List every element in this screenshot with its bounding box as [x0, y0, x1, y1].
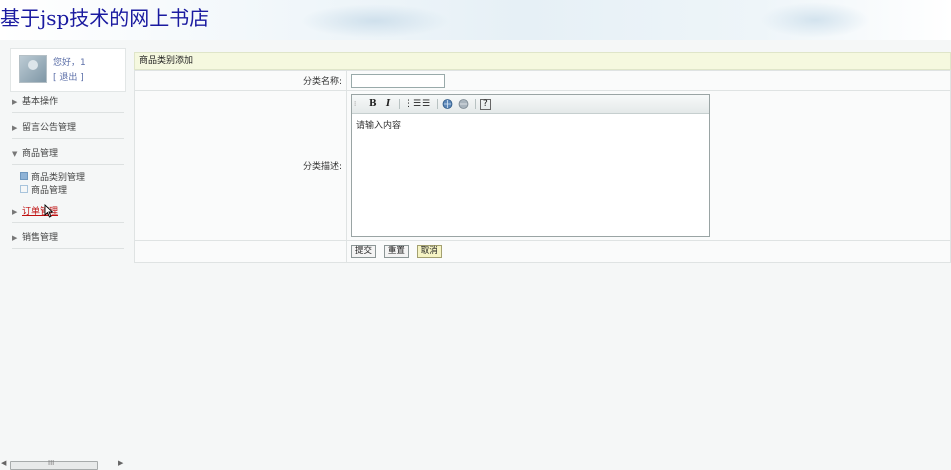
category-name-label: 分类名称: [134, 70, 347, 91]
actions-label-cell [134, 240, 347, 263]
cancel-button[interactable]: 取消 [416, 245, 442, 258]
submit-button[interactable]: 提交 [351, 245, 377, 258]
sidebar-item-basic-ops[interactable]: ▶ 基本操作 [12, 94, 124, 113]
sidebar-item-products[interactable]: ▼ 商品管理 [12, 146, 124, 165]
category-desc-label: 分类描述: [134, 90, 347, 241]
chevron-down-icon: ▼ [12, 150, 18, 158]
square-bullet-icon [20, 172, 28, 180]
sidebar: 您好，1 [ 退出 ] ▶ 基本操作 ▶ 留言公告管理 ▼ 商品管理 商品类别管理 商… [0, 44, 128, 470]
unlink-icon[interactable] [458, 98, 469, 110]
chevron-right-icon: ▶ [12, 98, 18, 106]
chevron-right-icon: ▶ [12, 234, 18, 242]
bold-icon[interactable]: B [369, 98, 377, 110]
rich-text-editor[interactable]: ⁞ B I ⋮☰ ☰ ? 请输入内容 [351, 94, 710, 237]
editor-toolbar: ⁞ B I ⋮☰ ☰ ? [352, 95, 709, 114]
italic-icon[interactable]: I [386, 98, 390, 110]
sidebar-item-sales[interactable]: ▶ 销售管理 [12, 230, 124, 249]
sidebar-subitem-product-mgmt[interactable]: 商品管理 [20, 185, 124, 198]
sidebar-submenu: 商品类别管理 商品管理 [20, 172, 124, 198]
toolbar-separator [399, 99, 400, 109]
user-greeting: 您好，1 [53, 58, 86, 68]
panel-title: 商品类别添加 [134, 52, 951, 70]
scroll-left-arrow-icon[interactable]: ◀ [1, 459, 6, 467]
sidebar-item-messages[interactable]: ▶ 留言公告管理 [12, 120, 124, 139]
user-box: 您好，1 [ 退出 ] [10, 48, 126, 92]
chevron-right-icon: ▶ [12, 124, 18, 132]
help-icon[interactable]: ? [480, 99, 491, 110]
sidebar-item-label: 基本操作 [22, 97, 59, 107]
link-icon[interactable] [442, 98, 453, 110]
toolbar-grip-icon: ⁞ [354, 100, 357, 108]
site-title: 基于jsp技术的网上书店 [0, 6, 210, 30]
banner-decoration-2 [760, 2, 870, 38]
sidebar-subitem-category-mgmt[interactable]: 商品类别管理 [20, 172, 124, 185]
scrollbar-grip: III [48, 459, 55, 467]
sidebar-item-label: 销售管理 [22, 233, 59, 243]
category-form: 分类名称: 分类描述: ⁞ B I ⋮☰ ☰ ? 请输入内容 提交 重置 取消 [134, 70, 951, 263]
sidebar-item-label: 留言公告管理 [22, 123, 77, 133]
ordered-list-icon[interactable]: ⋮☰ [404, 98, 421, 110]
reset-button[interactable]: 重置 [383, 245, 409, 258]
sidebar-nav: ▶ 基本操作 ▶ 留言公告管理 ▼ 商品管理 商品类别管理 商品管理 ▶ 订单管理 ▶ 销… [0, 94, 128, 256]
toolbar-separator [437, 99, 438, 109]
square-bullet-icon [20, 185, 28, 193]
mouse-cursor-icon [44, 204, 54, 218]
sidebar-item-orders[interactable]: ▶ 订单管理 [12, 204, 124, 223]
sidebar-subitem-label: 商品类别管理 [31, 173, 86, 183]
category-name-input[interactable] [351, 74, 445, 89]
scroll-right-arrow-icon[interactable]: ▶ [118, 459, 123, 467]
category-add-panel: 商品类别添加 分类名称: 分类描述: ⁞ B I ⋮☰ ☰ ? 请输入内容 提交… [134, 52, 951, 263]
category-desc-cell: ⁞ B I ⋮☰ ☰ ? 请输入内容 [346, 90, 951, 241]
chevron-right-icon: ▶ [12, 208, 18, 216]
avatar [19, 55, 47, 83]
actions-cell: 提交 重置 取消 [346, 240, 951, 263]
category-name-cell [346, 70, 951, 91]
sidebar-item-label: 商品管理 [22, 149, 59, 159]
horizontal-scrollbar[interactable]: ◀ III ▶ [0, 459, 128, 470]
toolbar-separator [475, 99, 476, 109]
logout-link[interactable]: [ 退出 ] [53, 70, 84, 83]
unordered-list-icon[interactable]: ☰ [422, 98, 430, 110]
banner-decoration [300, 4, 450, 38]
sidebar-subitem-label: 商品管理 [31, 186, 68, 196]
editor-content[interactable]: 请输入内容 [356, 118, 401, 131]
header-banner: 基于jsp技术的网上书店 [0, 0, 951, 40]
